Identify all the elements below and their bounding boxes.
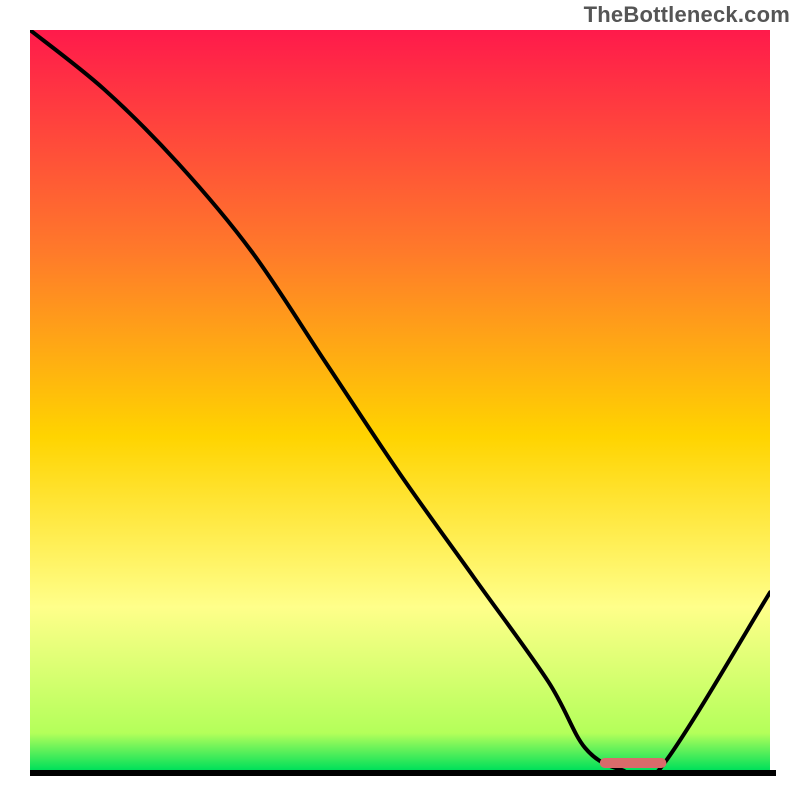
- heat-gradient: [30, 30, 770, 770]
- optimal-marker: [600, 758, 667, 768]
- plot-area: [30, 30, 770, 770]
- watermark-text: TheBottleneck.com: [584, 2, 790, 28]
- chart-frame: TheBottleneck.com: [0, 0, 800, 800]
- x-axis: [30, 770, 776, 776]
- plot-svg: [30, 30, 770, 770]
